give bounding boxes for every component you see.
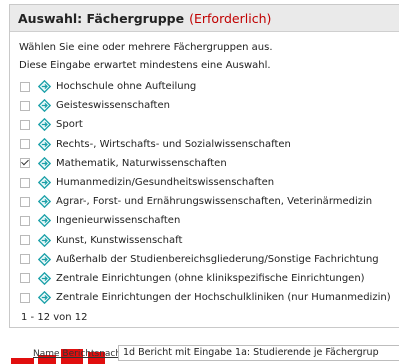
diamond-icon (38, 137, 51, 151)
option-checkbox[interactable] (20, 292, 30, 303)
panel-title: Auswahl: Fächergruppe (18, 10, 185, 26)
option-checkbox[interactable] (20, 177, 30, 188)
option-label: Agrar-, Forst- und Ernährungswissenschaf… (56, 196, 373, 208)
panel-description: Wählen Sie eine oder mehrere Fächergrupp… (19, 42, 273, 53)
diamond-icon (38, 176, 51, 190)
option-row[interactable]: Kunst, Kunstwissenschaft (20, 231, 391, 250)
required-label: (Erforderlich) (189, 10, 272, 26)
option-row[interactable]: Außerhalb der Studienbereichsgliederung/… (20, 250, 391, 269)
option-label: Ingenieurwissenschaften (56, 215, 181, 227)
option-label: Außerhalb der Studienbereichsgliederung/… (56, 253, 379, 265)
option-checkbox[interactable] (20, 273, 30, 284)
option-label: Humanmedizin/Gesundheitswissenschaften (56, 177, 275, 189)
option-label: Zentrale Einrichtungen (ohne klinikspezi… (56, 272, 365, 284)
option-checkbox[interactable] (20, 215, 30, 226)
option-label: Mathematik, Naturwissenschaften (56, 157, 227, 169)
option-row[interactable]: Ingenieurwissenschaften (20, 211, 391, 230)
faechergruppe-panel: Auswahl: Fächergruppe (Erforderlich) Wäh… (9, 4, 399, 328)
diamond-icon (38, 214, 51, 228)
option-checkbox[interactable] (20, 139, 30, 150)
report-name-input[interactable]: 1d Bericht mit Eingabe 1a: Studierende j… (118, 345, 399, 361)
diamond-icon (38, 99, 51, 113)
option-label: Geisteswissenschaften (56, 100, 170, 112)
diamond-icon (38, 233, 51, 247)
option-checkbox[interactable] (20, 235, 30, 246)
option-row[interactable]: Humanmedizin/Gesundheitswissenschaften (20, 173, 391, 192)
option-label: Kunst, Kunstwissenschaft (56, 234, 183, 246)
option-row[interactable]: Zentrale Einrichtungen (ohne klinikspezi… (20, 269, 391, 288)
diamond-icon (38, 80, 51, 94)
annotation-mark (11, 358, 34, 364)
option-checkbox[interactable] (20, 254, 30, 265)
option-list: Hochschule ohne Aufteilung Geisteswissens… (20, 77, 391, 307)
diamond-icon (38, 156, 51, 170)
diamond-icon (38, 118, 51, 132)
option-row[interactable]: Geisteswissenschaften (20, 96, 391, 115)
panel-hint: Diese Eingabe erwartet mindestens eine A… (19, 60, 271, 71)
panel-header: Auswahl: Fächergruppe (Erforderlich) (10, 5, 399, 32)
diamond-icon (38, 291, 51, 305)
diamond-icon (38, 271, 51, 285)
option-row[interactable]: Mathematik, Naturwissenschaften (20, 154, 391, 173)
option-checkbox[interactable] (20, 196, 30, 207)
option-checkbox[interactable] (20, 119, 30, 130)
option-label: Sport (56, 119, 83, 131)
option-label: Hochschule ohne Aufteilung (56, 81, 197, 93)
option-checkbox[interactable] (20, 158, 30, 169)
diamond-icon (38, 195, 51, 209)
option-checkbox[interactable] (20, 100, 30, 111)
option-row[interactable]: Rechts-, Wirtschafts- und Sozialwissensc… (20, 135, 391, 154)
diamond-icon (38, 252, 51, 266)
option-row[interactable]: Agrar-, Forst- und Ernährungswissenschaf… (20, 192, 391, 211)
option-checkbox[interactable] (20, 81, 30, 92)
option-row[interactable]: Hochschule ohne Aufteilung (20, 77, 391, 96)
option-row[interactable]: Zentrale Einrichtungen der Hochschulklin… (20, 288, 391, 307)
pagination-count: 1 - 12 von 12 (21, 312, 88, 323)
option-label: Zentrale Einrichtungen der Hochschulklin… (56, 292, 391, 304)
option-label: Rechts-, Wirtschafts- und Sozialwissensc… (56, 138, 291, 150)
option-row[interactable]: Sport (20, 115, 391, 134)
